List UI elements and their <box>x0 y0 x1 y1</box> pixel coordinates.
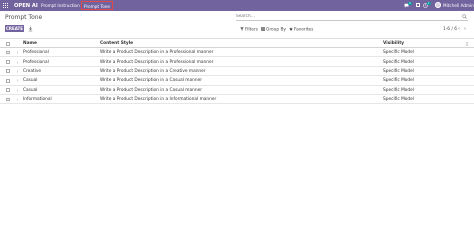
row-checkbox[interactable] <box>6 97 10 102</box>
table-row[interactable]: ⁞ Casual Write a Product Description in … <box>0 76 474 86</box>
table-row[interactable]: ⁞ Informational Write a Product Descript… <box>0 95 474 105</box>
download-icon[interactable] <box>28 26 33 32</box>
row-visibility: Specific Model <box>383 50 414 56</box>
row-checkbox[interactable] <box>6 59 10 64</box>
group-by-label: Group By <box>266 26 286 32</box>
filter-icon <box>240 26 244 31</box>
table-row[interactable]: ⁞ Creative Write a Product Description i… <box>0 67 474 77</box>
row-content-style: Write a Product Description in a Profess… <box>100 59 214 65</box>
apps-grid-icon[interactable] <box>3 3 8 8</box>
drag-handle-icon[interactable]: ⁞ <box>17 78 18 83</box>
star-icon <box>289 26 293 31</box>
table-row[interactable]: ⁞ Casual Write a Product Description in … <box>0 86 474 95</box>
favorites-toggle[interactable]: Favorites <box>289 26 314 32</box>
list-table: Name Content Style Visibility ⁞ Professi… <box>0 37 474 105</box>
optional-columns-icon[interactable] <box>465 42 469 46</box>
favorites-label: Favorites <box>294 26 314 32</box>
drag-handle-icon[interactable]: ⁞ <box>17 60 18 65</box>
drag-handle-icon[interactable]: ⁞ <box>17 50 18 55</box>
search-icon[interactable] <box>462 14 467 19</box>
chat-count-badge: 4 <box>408 1 412 5</box>
row-checkbox[interactable] <box>6 69 10 74</box>
row-name: Creative <box>23 69 42 75</box>
pager-next-icon[interactable]: › <box>464 26 469 32</box>
activity-count-badge: 1 <box>427 1 431 5</box>
row-visibility: Specific Model <box>383 78 414 84</box>
menu-prompt-tone[interactable]: Prompt Tone <box>81 1 113 10</box>
row-checkbox[interactable] <box>6 50 10 55</box>
row-content-style: Write a Product Description in a Casual … <box>100 78 202 84</box>
page-title: Prompt Tone <box>5 14 43 21</box>
table-header: Name Content Style Visibility <box>0 37 474 48</box>
avatar[interactable] <box>435 2 441 8</box>
row-name: Informational <box>23 97 52 103</box>
search-input[interactable] <box>236 13 456 20</box>
row-name: Professional <box>23 50 49 56</box>
pager-previous-icon[interactable]: ‹ <box>458 26 463 32</box>
menu-prompt-instruction[interactable]: Prompt Instruction <box>41 3 80 8</box>
row-name: Casual <box>23 87 38 93</box>
table-row[interactable]: ⁞ Professional Write a Product Descripti… <box>0 57 474 67</box>
row-content-style: Write a Product Description in a Creativ… <box>100 69 206 75</box>
search-bar <box>236 13 468 21</box>
row-content-style: Write a Product Description in a Casual … <box>100 87 202 93</box>
filters-toggle[interactable]: Filters <box>240 26 258 32</box>
column-header-content-style[interactable]: Content Style <box>100 41 133 46</box>
row-visibility: Specific Model <box>383 59 414 65</box>
column-header-name[interactable]: Name <box>23 41 37 46</box>
group-by-icon <box>261 26 265 31</box>
table-row[interactable]: ⁞ Professional Write a Product Descripti… <box>0 48 474 58</box>
select-all-checkbox[interactable] <box>6 41 10 46</box>
create-button[interactable]: CREATE <box>5 25 24 32</box>
drag-handle-icon[interactable]: ⁞ <box>17 88 18 93</box>
group-by-toggle[interactable]: Group By <box>261 26 286 32</box>
drag-handle-icon[interactable]: ⁞ <box>17 97 18 102</box>
row-visibility: Specific Model <box>383 97 414 103</box>
row-visibility: Specific Model <box>383 87 414 93</box>
company-icon[interactable] <box>416 3 420 8</box>
row-content-style: Write a Product Description in a Informa… <box>100 97 217 103</box>
row-checkbox[interactable] <box>6 78 10 83</box>
top-navbar: OPEN AI Prompt Instruction Prompt Tone 4… <box>0 0 474 11</box>
row-checkbox[interactable] <box>6 88 10 92</box>
pager-value[interactable]: 1-6 / 6 <box>443 27 457 32</box>
user-name[interactable]: Mitchell Admin <box>443 3 474 8</box>
row-name: Professional <box>23 59 49 65</box>
row-content-style: Write a Product Description in a Profess… <box>100 50 214 56</box>
row-visibility: Specific Model <box>383 69 414 75</box>
row-name: Casual <box>23 78 38 84</box>
drag-handle-icon[interactable]: ⁞ <box>17 69 18 74</box>
filters-label: Filters <box>245 26 258 32</box>
app-name[interactable]: OPEN AI <box>14 3 38 9</box>
column-header-visibility[interactable]: Visibility <box>383 41 404 46</box>
